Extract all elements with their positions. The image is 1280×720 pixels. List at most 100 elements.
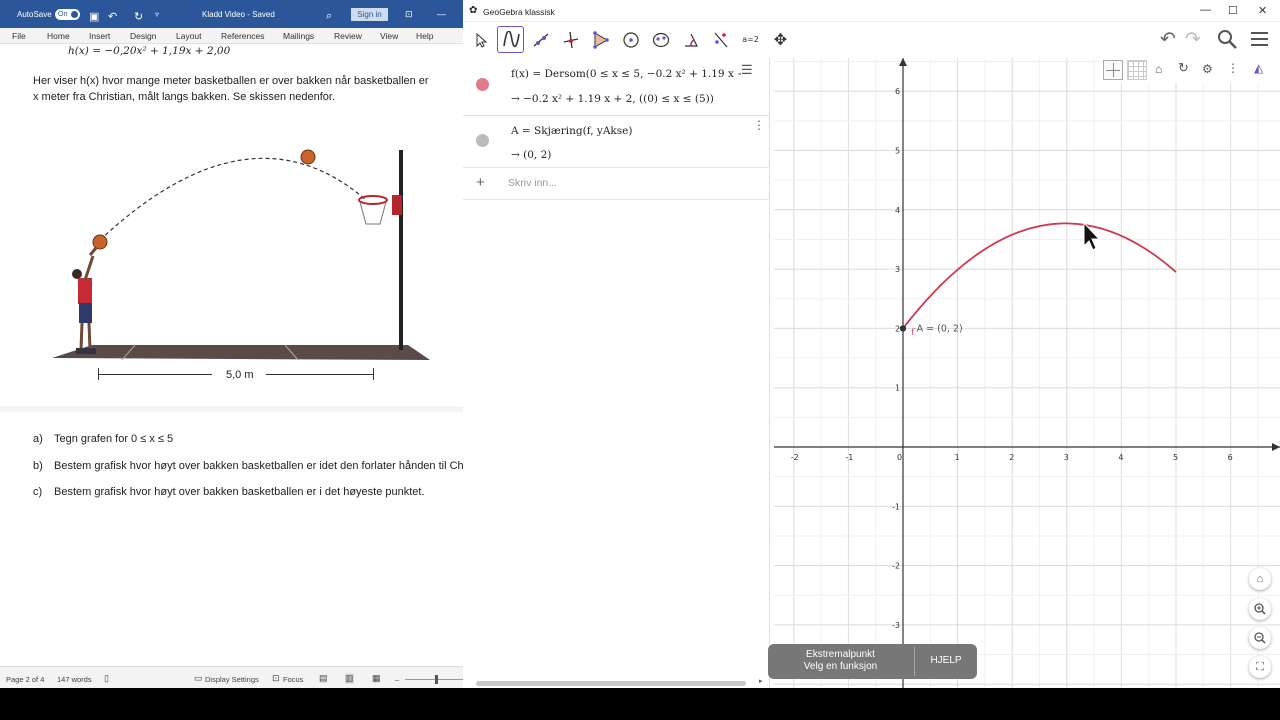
- sign-in-button[interactable]: Sign in: [351, 8, 388, 21]
- fullscreen-button[interactable]: ⛶: [1249, 656, 1271, 678]
- zoom-slider[interactable]: [405, 679, 463, 680]
- line-tool-icon[interactable]: [527, 26, 554, 53]
- graph-canvas[interactable]: -2 -1 0 1 2 3 4 5 6654321-1-2-3f A = (0, 2): [774, 58, 1280, 688]
- point-A-definition[interactable]: A = Skjæring(f, yAkse): [511, 125, 632, 137]
- focus-icon[interactable]: ⊡: [272, 673, 280, 684]
- menu-view[interactable]: View: [380, 31, 398, 41]
- zoom-out-button[interactable]: [1249, 627, 1271, 649]
- menu-design[interactable]: Design: [130, 31, 156, 41]
- close-icon[interactable]: ✕: [1258, 4, 1267, 17]
- y-tick-label: 2: [895, 324, 900, 333]
- word-count[interactable]: 147 words: [57, 675, 92, 684]
- main-menu-icon[interactable]: [1251, 32, 1268, 46]
- menu-insert[interactable]: Insert: [89, 31, 110, 41]
- menu-references[interactable]: References: [221, 31, 264, 41]
- perpendicular-tool-icon[interactable]: [557, 26, 584, 53]
- search-icon[interactable]: ⌕: [326, 10, 332, 23]
- angle-tool-icon[interactable]: [677, 26, 704, 53]
- read-aloud-icon[interactable]: ▯: [104, 673, 109, 684]
- algebra-input[interactable]: Skriv inn...: [508, 177, 557, 189]
- x-tick-label: 1: [955, 453, 960, 462]
- help-button[interactable]: HJELP: [915, 655, 977, 666]
- task-a-letter: a): [33, 433, 43, 445]
- zoom-out-icon[interactable]: –: [395, 675, 399, 684]
- move-tool-icon[interactable]: [467, 26, 494, 53]
- distance-label: 5,0 m: [226, 369, 254, 381]
- slider-tool-icon[interactable]: a=2: [737, 26, 764, 53]
- menu-review[interactable]: Review: [334, 31, 362, 41]
- x-tick-label: 2: [1009, 453, 1014, 462]
- ribbon-display-icon[interactable]: ⊡: [405, 9, 413, 20]
- task-b-text: Bestem grafisk hvor høyt over bakken bas…: [54, 460, 463, 472]
- ellipse-tool-icon[interactable]: [647, 26, 674, 53]
- focus-button[interactable]: Focus: [283, 675, 303, 684]
- graphics-style-toggle-icon[interactable]: ◭: [1254, 61, 1263, 75]
- y-tick-label: 6: [895, 87, 900, 96]
- save-icon[interactable]: ▣: [89, 10, 99, 23]
- polygon-tool-icon[interactable]: [587, 26, 614, 53]
- task-c-text: Bestem grafisk hvor høyt over bakken bas…: [54, 486, 425, 498]
- algebra-row-A[interactable]: A = Skjæring(f, yAkse) → (0, 2) ⋮: [463, 116, 770, 168]
- reflect-tool-icon[interactable]: [707, 26, 734, 53]
- zoom-slider-thumb[interactable]: [435, 675, 438, 684]
- move-graphics-tool-icon[interactable]: ✥: [767, 26, 794, 53]
- tool-instruction: Velg en funksjon: [803, 661, 878, 672]
- menu-home[interactable]: Home: [47, 31, 70, 41]
- add-icon[interactable]: +: [476, 174, 485, 191]
- zoom-in-button[interactable]: [1249, 598, 1271, 620]
- menu-help[interactable]: Help: [416, 31, 433, 41]
- page-count[interactable]: Page 2 of 4: [6, 675, 44, 684]
- customize-qat-icon[interactable]: ▿: [155, 10, 159, 19]
- redo-icon[interactable]: ↷: [1185, 28, 1201, 51]
- minimize-icon[interactable]: —: [1200, 4, 1211, 16]
- algebra-view-settings-icon[interactable]: ☰: [741, 62, 767, 84]
- minimize-icon[interactable]: —: [437, 9, 446, 19]
- x-tick-label: -1: [845, 453, 853, 462]
- search-icon[interactable]: [1217, 29, 1239, 51]
- document-page[interactable]: h(x) = −0,20x² + 1,19x + 2,00 Her viser …: [0, 44, 463, 666]
- show-axes-icon[interactable]: [1103, 60, 1123, 80]
- menu-file[interactable]: File: [12, 31, 26, 41]
- settings-gear-icon[interactable]: ⚙: [1202, 62, 1213, 76]
- floor: [52, 345, 430, 360]
- display-settings-icon[interactable]: ▭: [194, 673, 203, 684]
- home-icon: ⌂: [1256, 573, 1264, 585]
- display-settings-button[interactable]: Display Settings: [205, 675, 259, 684]
- more-icon[interactable]: ⋮: [1227, 61, 1239, 75]
- function-tool-icon[interactable]: [497, 26, 524, 53]
- read-mode-icon[interactable]: ▤: [319, 673, 328, 684]
- undo-icon[interactable]: ↶: [108, 10, 117, 23]
- redo-icon[interactable]: ↻: [134, 10, 143, 23]
- scroll-right-icon[interactable]: ▸: [759, 677, 763, 685]
- visibility-toggle-A[interactable]: [476, 134, 489, 147]
- scrollbar-thumb[interactable]: [476, 681, 746, 686]
- more-options-icon[interactable]: ⋮: [753, 118, 765, 132]
- graphics-view[interactable]: -2 -1 0 1 2 3 4 5 6 6 5 4 3 2 1 -1 -2 -3 f A = (0, 2) ⌂ ↻ ⚙…: [774, 58, 1280, 688]
- algebra-horizontal-scrollbar[interactable]: ▸: [473, 677, 763, 688]
- web-layout-icon[interactable]: ▦: [372, 673, 381, 684]
- task-c-letter: c): [33, 486, 43, 498]
- home-button[interactable]: ⌂: [1249, 568, 1271, 590]
- maximize-icon[interactable]: ☐: [1228, 4, 1238, 17]
- visibility-toggle-f[interactable]: [476, 78, 489, 91]
- graphics-menu-icon[interactable]: ↻: [1178, 60, 1189, 76]
- print-layout-icon[interactable]: ▥: [345, 673, 354, 684]
- algebra-input-row[interactable]: + Skriv inn...: [463, 168, 770, 200]
- distance-line-right: [266, 374, 374, 375]
- show-grid-icon[interactable]: [1127, 60, 1147, 80]
- autosave-toggle[interactable]: On: [55, 9, 80, 20]
- function-f-value: → −0.2 x² + 1.19 x + 2, ((0) ≤ x ≤ (5)): [511, 93, 714, 105]
- word-window: AutoSave On ▣ ↶ ↻ ▿ Kladd Video - Saved …: [0, 0, 463, 688]
- menu-mailings[interactable]: Mailings: [283, 31, 314, 41]
- y-tick-label: -1: [892, 502, 900, 511]
- function-f-definition[interactable]: f(x) = Dersom(0 ≤ x ≤ 5, −0.2 x² + 1.19 …: [511, 68, 756, 80]
- circle-tool-icon[interactable]: [617, 26, 644, 53]
- trajectory-arc: [99, 157, 367, 241]
- algebra-row-f[interactable]: f(x) = Dersom(0 ≤ x ≤ 5, −0.2 x² + 1.19 …: [463, 58, 770, 116]
- player-jersey: [78, 278, 92, 304]
- x-tick-label: 4: [1118, 453, 1123, 462]
- menu-layout[interactable]: Layout: [176, 31, 202, 41]
- undo-icon[interactable]: ↶: [1160, 28, 1176, 51]
- standard-view-icon[interactable]: ⌂: [1155, 62, 1162, 76]
- distance-tick-right: [373, 368, 374, 380]
